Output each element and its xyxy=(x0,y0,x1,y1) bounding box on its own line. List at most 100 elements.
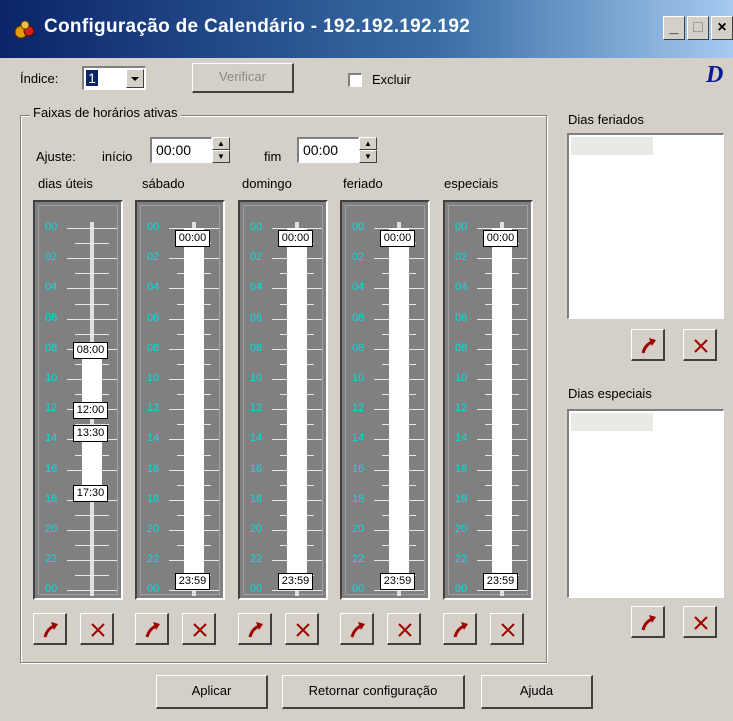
hour-tick xyxy=(67,258,117,260)
range-start-handle[interactable]: 00:00 xyxy=(483,230,518,247)
list-item[interactable] xyxy=(571,137,653,155)
delete-feriado-button[interactable] xyxy=(683,329,717,361)
hour-label: 10 xyxy=(147,372,160,384)
hour-tick xyxy=(75,273,109,275)
minimize-button[interactable]: _ xyxy=(663,16,685,40)
hour-label: 08 xyxy=(250,341,263,354)
hour-label: 02 xyxy=(352,251,365,264)
retornar-configuracao-button[interactable]: Retornar configuração xyxy=(282,675,465,709)
range-end-handle[interactable]: 12:00 xyxy=(73,402,108,420)
indice-value: 1 xyxy=(86,70,98,86)
active-range[interactable] xyxy=(287,228,307,591)
add-range-button-especiais[interactable] xyxy=(443,613,477,645)
add-range-button-dias-uteis[interactable] xyxy=(33,613,67,645)
aplicar-button[interactable]: Aplicar xyxy=(156,675,268,709)
schedule-column-dias-uteis[interactable]: 00 02 04 06 08 10 12 14 16 18 20 22 00 08:00 12:00 13:3… xyxy=(33,200,123,600)
red-x-icon xyxy=(193,623,207,637)
hour-label: 06 xyxy=(250,311,263,324)
red-x-icon xyxy=(694,616,708,630)
ajuda-button[interactable]: Ajuda xyxy=(481,675,593,709)
add-range-button-sabado[interactable] xyxy=(135,613,169,645)
close-button[interactable]: × xyxy=(711,16,733,40)
dropdown-arrow-icon[interactable] xyxy=(126,69,144,88)
hour-label: 00 xyxy=(250,221,263,233)
hour-label: 00 xyxy=(147,583,160,596)
delete-range-button-sabado[interactable] xyxy=(182,613,216,645)
hour-tick xyxy=(75,545,109,547)
column-frame xyxy=(140,205,220,595)
indice-select[interactable]: 1 xyxy=(82,66,146,90)
spin-down-icon[interactable]: ▼ xyxy=(359,150,377,163)
hour-tick xyxy=(75,514,109,516)
range-start-handle[interactable]: 13:30 xyxy=(73,424,108,442)
add-range-button-feriado[interactable] xyxy=(340,613,374,645)
range-start-handle[interactable]: 00:00 xyxy=(278,230,313,247)
inicio-value[interactable]: 00:00 xyxy=(150,137,212,163)
hour-tick xyxy=(272,590,322,592)
spin-up-icon[interactable]: ▲ xyxy=(359,137,377,150)
hour-label: 18 xyxy=(455,492,468,505)
delete-range-button-domingo[interactable] xyxy=(285,613,319,645)
red-x-icon xyxy=(694,339,708,353)
schedule-column-sabado[interactable]: 00 02 04 06 08 10 12 14 16 18 20 22 00 00:00 23:59 xyxy=(135,200,225,600)
add-especial-button[interactable] xyxy=(631,606,665,638)
range-end-handle[interactable]: 23:59 xyxy=(175,573,210,591)
hour-tick xyxy=(374,590,424,592)
spin-down-icon[interactable]: ▼ xyxy=(212,150,230,163)
hour-label: 04 xyxy=(455,281,468,294)
hour-label: 00 xyxy=(147,221,160,233)
hour-tick xyxy=(67,530,117,531)
range-start-handle[interactable]: 00:00 xyxy=(380,230,415,247)
hour-label: 22 xyxy=(250,553,263,566)
spin-up-icon[interactable]: ▲ xyxy=(212,137,230,150)
hour-tick xyxy=(67,228,117,229)
inicio-spinner[interactable]: 00:00 ▲ ▼ xyxy=(150,137,230,163)
title-bar[interactable]: Configuração de Calendário - 192.192.192… xyxy=(0,0,733,58)
app-icon xyxy=(14,19,36,39)
schedule-column-domingo[interactable]: 00 02 04 06 08 10 12 14 16 18 20 22 00 00:00 23:59 xyxy=(238,200,328,600)
add-feriado-button[interactable] xyxy=(631,329,665,361)
active-range[interactable] xyxy=(184,228,204,591)
hour-label: 14 xyxy=(250,432,263,445)
fim-spinner[interactable]: 00:00 ▲ ▼ xyxy=(297,137,377,163)
range-start-handle[interactable]: 08:00 xyxy=(73,341,108,359)
logo-icon: D xyxy=(706,62,724,88)
active-range[interactable] xyxy=(492,228,512,591)
fim-label: fim xyxy=(264,149,282,164)
hour-label: 04 xyxy=(45,281,58,294)
range-end-handle[interactable]: 17:30 xyxy=(73,485,108,503)
excluir-checkbox[interactable] xyxy=(348,73,362,87)
fim-value[interactable]: 00:00 xyxy=(297,137,359,163)
hour-label: 04 xyxy=(352,281,365,294)
especiais-label: Dias especiais xyxy=(568,386,652,401)
range-end-handle[interactable]: 23:59 xyxy=(278,573,313,591)
hour-label: 14 xyxy=(45,432,58,445)
hour-label: 00 xyxy=(250,583,263,596)
list-item[interactable] xyxy=(571,413,653,431)
delete-range-button-especiais[interactable] xyxy=(490,613,524,645)
active-range[interactable] xyxy=(389,228,409,591)
range-end-handle[interactable]: 23:59 xyxy=(380,573,415,591)
schedule-column-feriado[interactable]: 00 02 04 06 08 10 12 14 16 18 20 22 00 00:00 23:59 xyxy=(340,200,430,600)
hour-tick xyxy=(477,590,527,592)
hour-tick xyxy=(67,318,117,320)
column-frame xyxy=(243,205,323,595)
range-start-handle[interactable]: 00:00 xyxy=(175,230,210,247)
delete-range-button-feriado[interactable] xyxy=(387,613,421,645)
verificar-button[interactable]: Verificar xyxy=(192,63,294,93)
schedule-column-especiais[interactable]: 00 02 04 06 08 10 12 14 16 18 20 22 00 00:00 23:59 xyxy=(443,200,533,600)
range-end-handle[interactable]: 23:59 xyxy=(483,573,518,591)
delete-especial-button[interactable] xyxy=(683,606,717,638)
hour-label: 02 xyxy=(250,251,263,264)
excluir-label: Excluir xyxy=(372,72,412,87)
indice-label: Índice: xyxy=(20,71,59,86)
maximize-button[interactable]: □ xyxy=(687,16,709,40)
hour-label: 16 xyxy=(45,462,58,475)
especiais-list[interactable] xyxy=(567,409,724,598)
delete-range-button-dias-uteis[interactable] xyxy=(80,613,114,645)
inicio-label: início xyxy=(102,149,133,164)
feriados-list[interactable] xyxy=(567,133,724,319)
add-range-button-domingo[interactable] xyxy=(238,613,272,645)
ajuste-label: Ajuste: xyxy=(36,149,76,164)
red-x-icon xyxy=(296,623,310,637)
